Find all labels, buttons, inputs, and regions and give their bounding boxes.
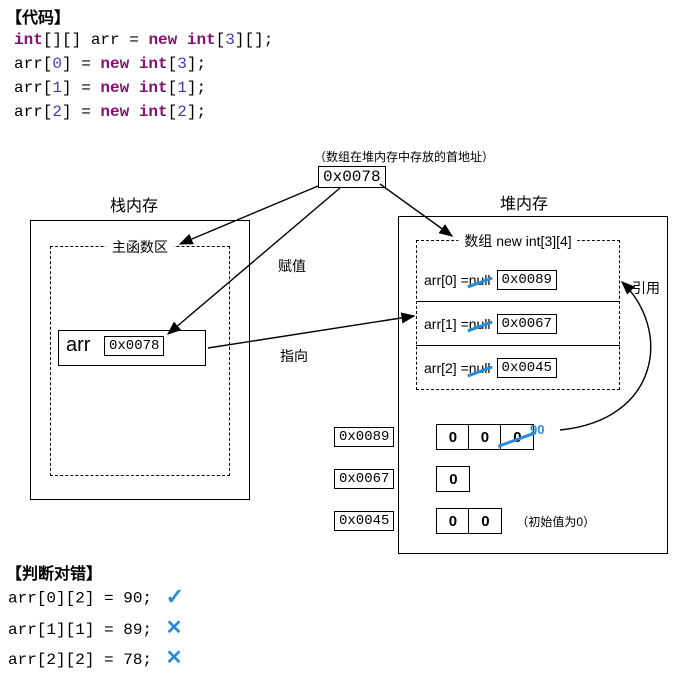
arr-row-2: arr[2] = null 0x0045 xyxy=(416,346,620,390)
arr-label: arr xyxy=(66,334,90,357)
row2-addr: 0x0045 xyxy=(497,358,557,378)
code-block: int[][] arr = new int[3][]; arr[0] = new… xyxy=(6,24,281,128)
mem0-cells: 0 0 0 xyxy=(436,424,534,450)
code-line-1: int[][] arr = new int[3][]; xyxy=(14,28,273,52)
mem2-addr: 0x0045 xyxy=(334,511,394,531)
stack-title: 栈内存 xyxy=(110,192,158,216)
arr-address: 0x0078 xyxy=(104,336,164,356)
mem2-cells: 0 0 xyxy=(436,508,502,534)
mem-row-1: 0x0067 0 xyxy=(334,456,595,502)
ref-label: 引用 xyxy=(632,278,660,298)
cross-icon: ✕ xyxy=(166,615,183,645)
null-strike: null xyxy=(469,316,491,332)
heap-address-note: （数组在堆内存中存放的首地址） xyxy=(314,148,494,165)
main-area-title: 主函数区 xyxy=(106,237,174,257)
point-label: 指向 xyxy=(280,346,308,366)
judge-section-title: 【判断对错】 xyxy=(6,560,102,584)
judge-line-0: arr[0][2] = 90; ✓ xyxy=(8,582,184,615)
mem0-addr: 0x0089 xyxy=(334,427,394,447)
heap-title: 堆内存 xyxy=(500,190,548,214)
code-line-4: arr[2] = new int[2]; xyxy=(14,100,273,124)
init-note: （初始值为0） xyxy=(516,513,595,530)
assign-label: 赋值 xyxy=(278,256,306,276)
mem-row-2: 0x0045 0 0 （初始值为0） xyxy=(334,502,595,540)
code-line-2: arr[0] = new int[3]; xyxy=(14,52,273,76)
row1-addr: 0x0067 xyxy=(497,314,557,334)
mem1-cells: 0 xyxy=(436,466,470,492)
judge-line-1: arr[1][1] = 89; ✕ xyxy=(8,615,184,645)
null-strike: null xyxy=(469,272,491,288)
top-address-box: 0x0078 xyxy=(318,166,386,188)
arr-row-0: arr[0] = null 0x0089 xyxy=(416,258,620,302)
cross-icon: ✕ xyxy=(166,645,183,675)
null-strike: null xyxy=(469,360,491,376)
row0-addr: 0x0089 xyxy=(497,270,557,290)
check-icon: ✓ xyxy=(166,582,184,615)
overlay-90: 90 xyxy=(530,422,544,437)
mem1-addr: 0x0067 xyxy=(334,469,394,489)
judge-line-2: arr[2][2] = 78; ✕ xyxy=(8,645,184,675)
array-object-title: 数组 new int[3][4] xyxy=(458,231,577,251)
arr-row-1: arr[1] = null 0x0067 xyxy=(416,302,620,346)
mem-row-0: 0x0089 0 0 0 90 xyxy=(334,418,595,456)
code-line-3: arr[1] = new int[1]; xyxy=(14,76,273,100)
